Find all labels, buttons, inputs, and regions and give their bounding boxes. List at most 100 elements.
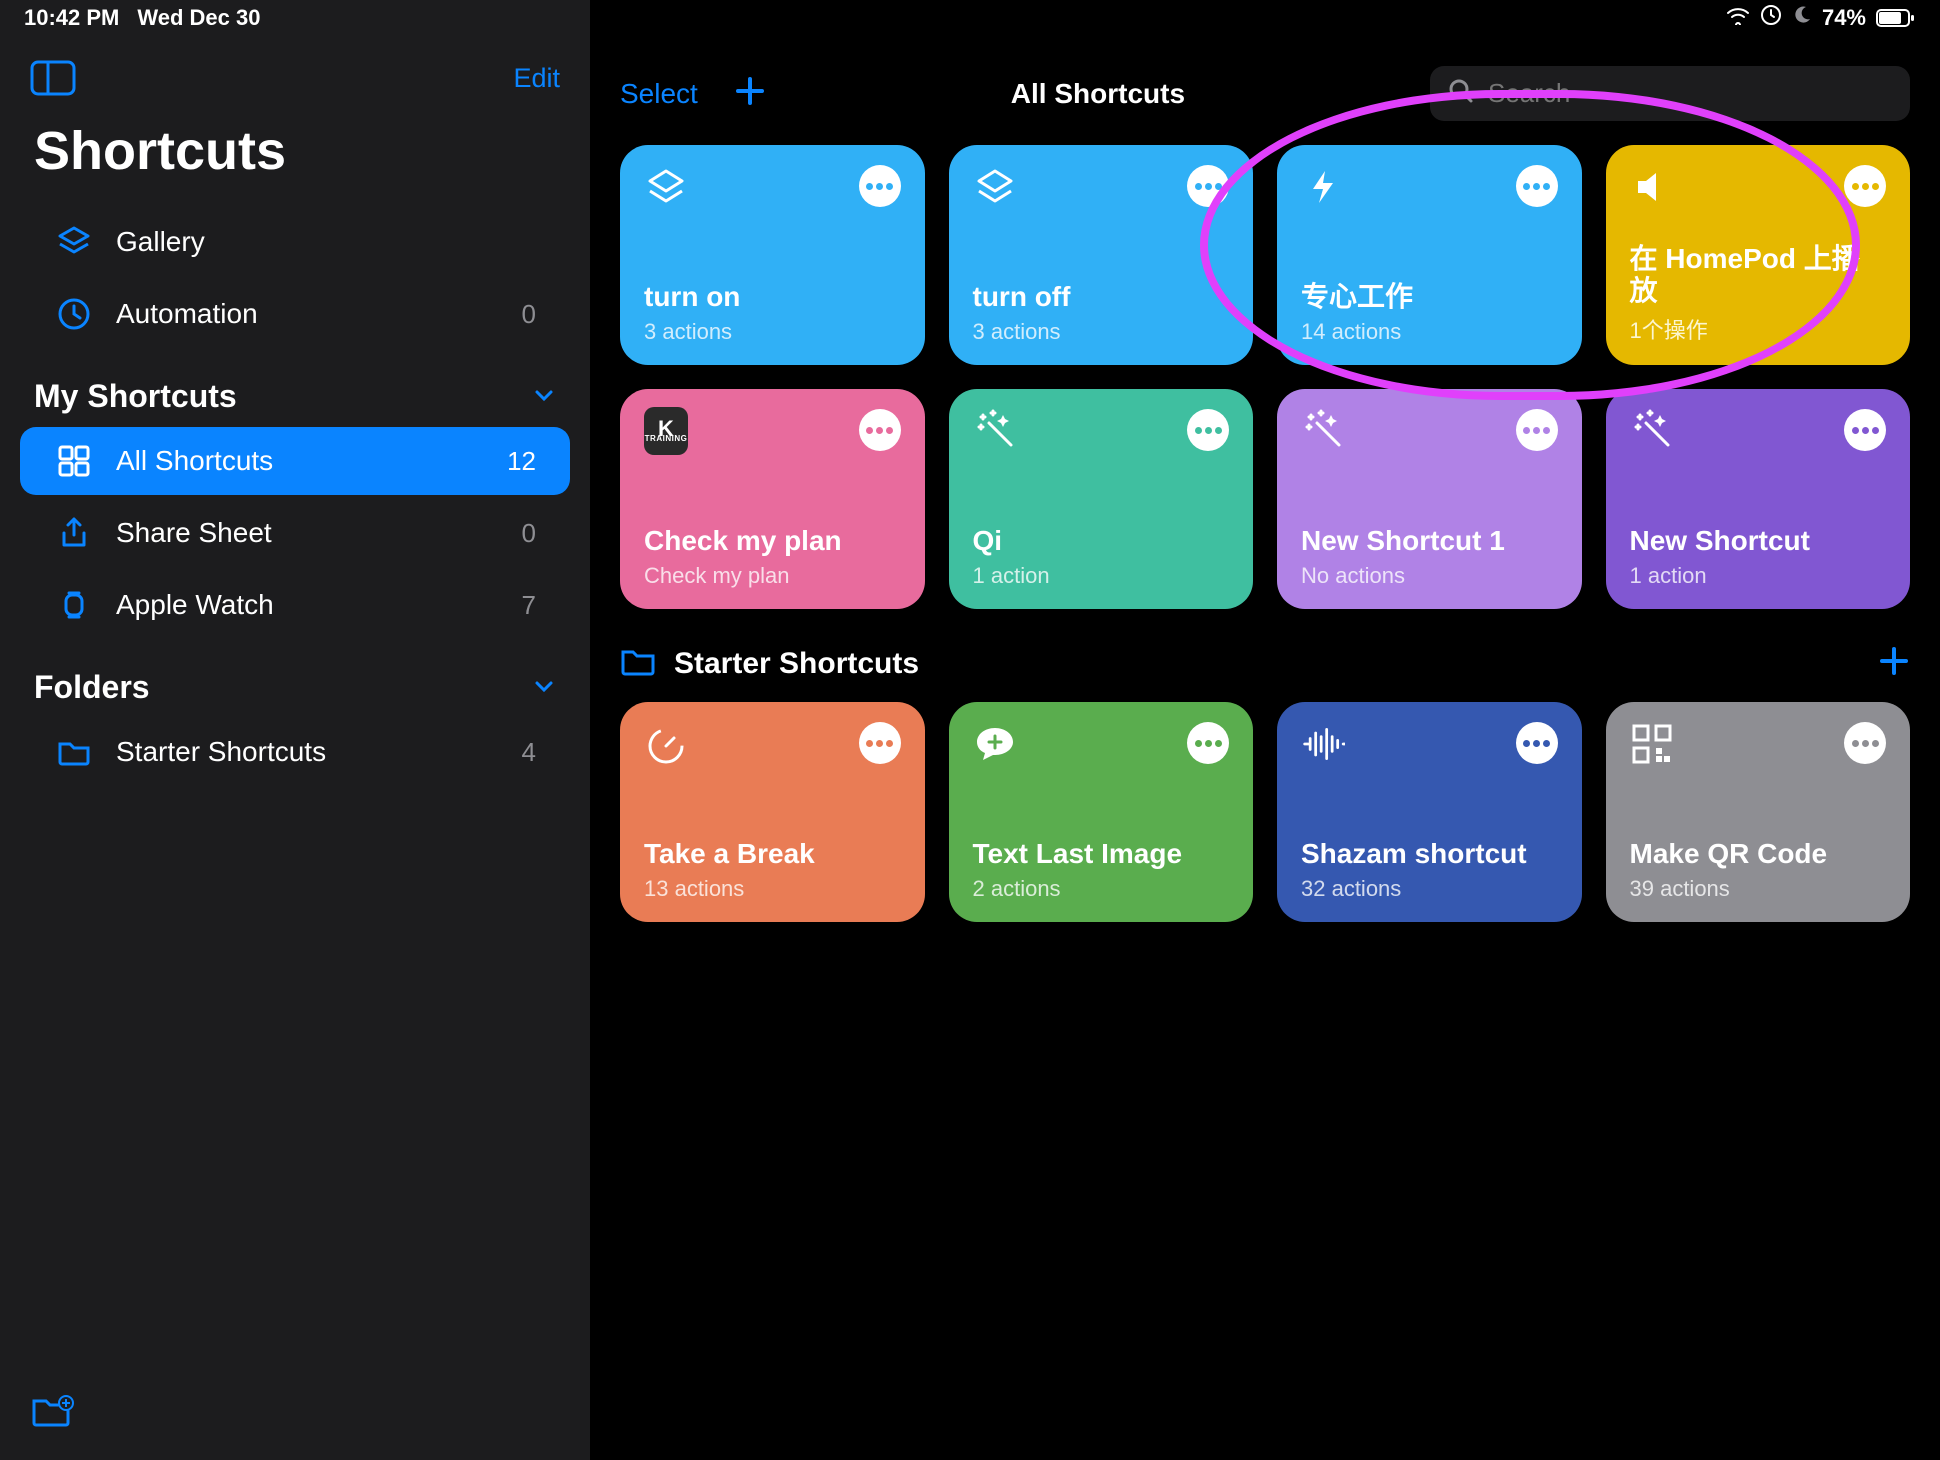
section-folders[interactable]: Folders [0, 641, 590, 716]
more-button[interactable] [859, 409, 901, 451]
shortcut-title: Take a Break [644, 838, 901, 870]
more-button[interactable] [1844, 409, 1886, 451]
shortcut-card[interactable]: Qi1 action [949, 389, 1254, 609]
shortcut-card[interactable]: Shazam shortcut32 actions [1277, 702, 1582, 922]
new-folder-button[interactable] [30, 1393, 74, 1434]
shortcut-card[interactable]: turn on 3 actions [620, 145, 925, 365]
section-my-shortcuts[interactable]: My Shortcuts [0, 350, 590, 425]
more-button[interactable] [1844, 722, 1886, 764]
more-button[interactable] [1516, 409, 1558, 451]
shortcut-subtitle: 1 action [1630, 563, 1887, 589]
shortcut-subtitle: 1 action [973, 563, 1230, 589]
sidebar-item-apple-watch[interactable]: Apple Watch 7 [20, 571, 570, 639]
more-button[interactable] [1187, 409, 1229, 451]
sidebar-item-automation[interactable]: Automation 0 [20, 280, 570, 348]
starter-folder-label: Starter Shortcuts [116, 736, 326, 768]
keep-icon: KTRAINING [644, 409, 688, 453]
sidebar-item-gallery[interactable]: Gallery [20, 208, 570, 276]
share-sheet-count: 0 [522, 518, 536, 549]
more-button[interactable] [1516, 165, 1558, 207]
sidebar-item-share-sheet[interactable]: Share Sheet 0 [20, 499, 570, 567]
grid-icon [54, 443, 94, 479]
more-button[interactable] [1844, 165, 1886, 207]
sidebar-title: Shortcuts [0, 106, 590, 206]
all-shortcuts-label: All Shortcuts [116, 445, 273, 477]
automation-count: 0 [522, 299, 536, 330]
add-shortcut-button[interactable] [734, 75, 766, 112]
search-box[interactable] [1430, 66, 1910, 121]
share-sheet-label: Share Sheet [116, 517, 272, 549]
shortcut-title: 专心工作 [1301, 281, 1558, 313]
shortcut-title: turn on [644, 281, 901, 313]
shortcut-subtitle: 3 actions [644, 319, 901, 345]
page-title: All Shortcuts [790, 78, 1406, 110]
shortcut-card[interactable]: 在 HomePod 上播放 1个操作 [1606, 145, 1911, 365]
edit-button[interactable]: Edit [513, 63, 560, 94]
starter-shortcuts-grid: Take a Break13 actionsText Last Image2 a… [590, 702, 1940, 922]
shortcut-title: Text Last Image [973, 838, 1230, 870]
gallery-label: Gallery [116, 226, 205, 258]
wand-icon [1630, 409, 1674, 453]
starter-folder-count: 4 [522, 737, 536, 768]
chat-plus-icon [973, 722, 1017, 766]
wand-icon [973, 409, 1017, 453]
shortcut-card[interactable]: turn off 3 actions [949, 145, 1254, 365]
apple-watch-label: Apple Watch [116, 589, 274, 621]
shortcut-card[interactable]: KTRAINING Check my plan Check my plan [620, 389, 925, 609]
shortcut-title: turn off [973, 281, 1230, 313]
shortcut-title: New Shortcut [1630, 525, 1887, 557]
sidebar-item-starter-shortcuts[interactable]: Starter Shortcuts 4 [20, 718, 570, 786]
shortcut-card[interactable]: Take a Break13 actions [620, 702, 925, 922]
main-header: Select All Shortcuts [590, 48, 1940, 145]
layers-icon [973, 165, 1017, 209]
layers-icon [54, 224, 94, 260]
shortcut-title: 在 HomePod 上播放 [1630, 243, 1887, 307]
more-button[interactable] [1187, 722, 1229, 764]
shortcut-title: Check my plan [644, 525, 901, 557]
sidebar-toggle-icon[interactable] [30, 60, 76, 96]
dnd-moon-icon [1792, 5, 1812, 31]
section-folders-label: Folders [34, 669, 150, 706]
shortcut-subtitle: 1个操作 [1630, 313, 1887, 345]
main-content: Select All Shortcuts turn on3 actionstur… [590, 0, 1940, 1460]
share-icon [54, 515, 94, 551]
folder-icon [54, 734, 94, 770]
wand-icon [1301, 409, 1345, 453]
shortcut-title: Shazam shortcut [1301, 838, 1558, 870]
apple-watch-count: 7 [522, 590, 536, 621]
shortcut-card[interactable]: 专心工作 14 actions [1277, 145, 1582, 365]
shortcut-card[interactable]: Text Last Image2 actions [949, 702, 1254, 922]
shortcut-subtitle: 3 actions [973, 319, 1230, 345]
add-starter-button[interactable] [1878, 645, 1910, 682]
shortcut-title: Make QR Code [1630, 838, 1887, 870]
bolt-icon [1301, 165, 1345, 209]
sidebar: Edit Shortcuts Gallery Automation 0 My S… [0, 0, 590, 1460]
more-button[interactable] [859, 722, 901, 764]
more-button[interactable] [1516, 722, 1558, 764]
wifi-icon [1726, 5, 1750, 31]
folder-icon [620, 646, 656, 681]
shortcut-subtitle: Check my plan [644, 563, 901, 589]
more-button[interactable] [859, 165, 901, 207]
shortcut-subtitle: 14 actions [1301, 319, 1558, 345]
select-button[interactable]: Select [620, 78, 698, 110]
orientation-lock-icon [1760, 4, 1782, 32]
shortcut-subtitle: 39 actions [1630, 876, 1887, 902]
status-date: Wed Dec 30 [137, 5, 260, 31]
starter-shortcuts-header[interactable]: Starter Shortcuts [590, 609, 1940, 702]
search-input[interactable] [1488, 78, 1892, 109]
chevron-down-icon [532, 669, 556, 706]
shortcut-card[interactable]: New Shortcut 1 action [1606, 389, 1911, 609]
shortcut-card[interactable]: Make QR Code 39 actions [1606, 702, 1911, 922]
shortcut-card[interactable]: New Shortcut 1No actions [1277, 389, 1582, 609]
timer-icon [644, 722, 688, 766]
shortcut-title: New Shortcut 1 [1301, 525, 1558, 557]
clock-icon [54, 296, 94, 332]
qr-icon [1630, 722, 1674, 766]
status-bar: 10:42 PM Wed Dec 30 74% [0, 0, 1940, 36]
speaker-icon [1630, 165, 1674, 209]
sidebar-item-all-shortcuts[interactable]: All Shortcuts 12 [20, 427, 570, 495]
more-button[interactable] [1187, 165, 1229, 207]
watch-icon [54, 587, 94, 623]
status-time: 10:42 PM [24, 5, 119, 31]
